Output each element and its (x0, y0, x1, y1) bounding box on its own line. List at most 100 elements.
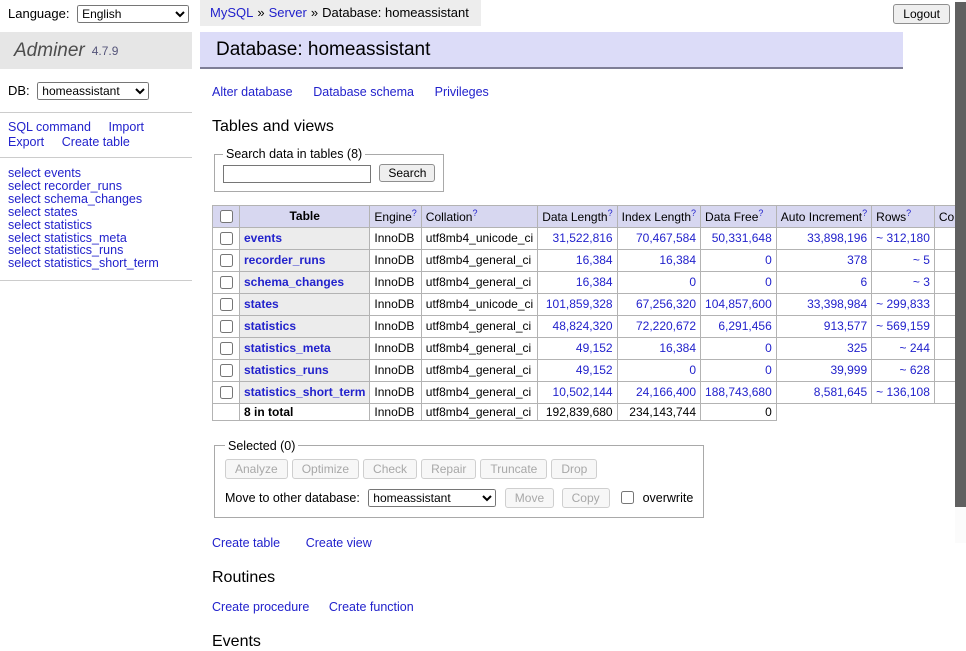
data-free-cell[interactable]: 6,291,456 (701, 315, 777, 337)
data-length-cell[interactable]: 16,384 (538, 271, 617, 293)
rows-cell[interactable]: ~ 299,833 (872, 293, 935, 315)
index-length-cell[interactable]: 16,384 (617, 249, 700, 271)
column-hint-link[interactable]: ? (862, 208, 867, 218)
select-all-checkbox[interactable] (220, 210, 233, 223)
table-name-link[interactable]: statistics_meta (244, 341, 331, 355)
index-length-cell[interactable]: 67,256,320 (617, 293, 700, 315)
rows-cell[interactable]: ~ 244 (872, 337, 935, 359)
create-table-link[interactable]: Create table (62, 135, 130, 149)
check-button[interactable]: Check (363, 459, 417, 479)
create-procedure-link[interactable]: Create procedure (212, 600, 309, 614)
alter-database-link[interactable]: Alter database (212, 85, 293, 99)
privileges-link[interactable]: Privileges (435, 85, 489, 99)
row-checkbox[interactable] (220, 386, 233, 399)
breadcrumb-mysql-link[interactable]: MySQL (210, 5, 253, 20)
drop-button[interactable]: Drop (551, 459, 597, 479)
row-checkbox[interactable] (220, 254, 233, 267)
data-free-cell[interactable]: 0 (701, 271, 777, 293)
import-link[interactable]: Import (109, 120, 144, 134)
rows-cell[interactable]: ~ 628 (872, 359, 935, 381)
auto-increment-cell[interactable]: 378 (776, 249, 871, 271)
row-checkbox[interactable] (220, 276, 233, 289)
sidebar-table-link[interactable]: select states (8, 206, 192, 219)
index-length-cell[interactable]: 70,467,584 (617, 227, 700, 249)
export-link[interactable]: Export (8, 135, 44, 149)
index-length-cell[interactable]: 0 (617, 359, 700, 381)
breadcrumb-server-link[interactable]: Server (269, 5, 307, 20)
table-name-link[interactable]: schema_changes (244, 275, 344, 289)
data-free-cell[interactable]: 50,331,648 (701, 227, 777, 249)
row-checkbox-cell (213, 227, 240, 249)
row-checkbox[interactable] (220, 364, 233, 377)
search-button[interactable]: Search (379, 164, 435, 182)
row-checkbox[interactable] (220, 342, 233, 355)
logout-button[interactable]: Logout (893, 4, 950, 24)
column-hint-link[interactable]: ? (472, 208, 477, 218)
scrollbar-thumb[interactable] (955, 2, 966, 507)
index-length-cell[interactable]: 0 (617, 271, 700, 293)
table-name-link[interactable]: statistics_short_term (244, 385, 365, 399)
move-database-select[interactable]: homeassistant (368, 489, 496, 507)
search-input[interactable] (223, 165, 371, 183)
sidebar-table-link[interactable]: select statistics (8, 219, 192, 232)
data-free-cell[interactable]: 188,743,680 (701, 381, 777, 403)
create-function-link[interactable]: Create function (329, 600, 414, 614)
row-checkbox[interactable] (220, 320, 233, 333)
auto-increment-cell[interactable]: 325 (776, 337, 871, 359)
sidebar-table-link[interactable]: select schema_changes (8, 193, 192, 206)
data-length-cell[interactable]: 31,522,816 (538, 227, 617, 249)
rows-cell[interactable]: ~ 312,180 (872, 227, 935, 249)
data-length-cell[interactable]: 49,152 (538, 337, 617, 359)
data-free-cell[interactable]: 0 (701, 359, 777, 381)
column-hint-link[interactable]: ? (906, 208, 911, 218)
sidebar-table-link[interactable]: select events (8, 167, 192, 180)
optimize-button[interactable]: Optimize (292, 459, 359, 479)
data-length-cell[interactable]: 101,859,328 (538, 293, 617, 315)
move-button[interactable]: Move (505, 488, 554, 508)
auto-increment-cell[interactable]: 8,581,645 (776, 381, 871, 403)
column-hint-link[interactable]: ? (608, 208, 613, 218)
db-select[interactable]: homeassistant (37, 82, 149, 100)
data-length-cell[interactable]: 16,384 (538, 249, 617, 271)
language-select[interactable]: English (77, 5, 189, 23)
table-name-link[interactable]: states (244, 297, 279, 311)
database-schema-link[interactable]: Database schema (313, 85, 414, 99)
index-length-cell[interactable]: 16,384 (617, 337, 700, 359)
table-name-link[interactable]: recorder_runs (244, 253, 325, 267)
rows-cell[interactable]: ~ 136,108 (872, 381, 935, 403)
auto-increment-cell[interactable]: 6 (776, 271, 871, 293)
auto-increment-cell[interactable]: 33,898,196 (776, 227, 871, 249)
repair-button[interactable]: Repair (421, 459, 476, 479)
column-hint-link[interactable]: ? (691, 208, 696, 218)
app-version[interactable]: 4.7.9 (92, 44, 119, 58)
table-name-link[interactable]: statistics_runs (244, 363, 329, 377)
rows-cell[interactable]: ~ 569,159 (872, 315, 935, 337)
data-free-cell[interactable]: 104,857,600 (701, 293, 777, 315)
overwrite-checkbox[interactable] (621, 491, 634, 504)
auto-increment-cell[interactable]: 33,398,984 (776, 293, 871, 315)
auto-increment-cell[interactable]: 913,577 (776, 315, 871, 337)
column-hint-link[interactable]: ? (758, 208, 763, 218)
data-length-cell[interactable]: 10,502,144 (538, 381, 617, 403)
table-name-link[interactable]: events (244, 231, 282, 245)
column-hint-link[interactable]: ? (412, 208, 417, 218)
sidebar-table-link[interactable]: select recorder_runs (8, 180, 192, 193)
data-length-cell[interactable]: 48,824,320 (538, 315, 617, 337)
overwrite-label[interactable]: overwrite (643, 491, 694, 505)
data-free-cell[interactable]: 0 (701, 337, 777, 359)
row-checkbox[interactable] (220, 298, 233, 311)
index-length-cell[interactable]: 72,220,672 (617, 315, 700, 337)
sql-command-link[interactable]: SQL command (8, 120, 91, 134)
data-length-cell[interactable]: 49,152 (538, 359, 617, 381)
index-length-cell[interactable]: 24,166,400 (617, 381, 700, 403)
analyze-button[interactable]: Analyze (225, 459, 288, 479)
rows-cell[interactable]: ~ 5 (872, 249, 935, 271)
copy-button[interactable]: Copy (562, 488, 610, 508)
sidebar-table-link[interactable]: select statistics_short_term (8, 257, 192, 270)
auto-increment-cell[interactable]: 39,999 (776, 359, 871, 381)
truncate-button[interactable]: Truncate (480, 459, 547, 479)
table-name-link[interactable]: statistics (244, 319, 296, 333)
rows-cell[interactable]: ~ 3 (872, 271, 935, 293)
data-free-cell[interactable]: 0 (701, 249, 777, 271)
row-checkbox[interactable] (220, 232, 233, 245)
